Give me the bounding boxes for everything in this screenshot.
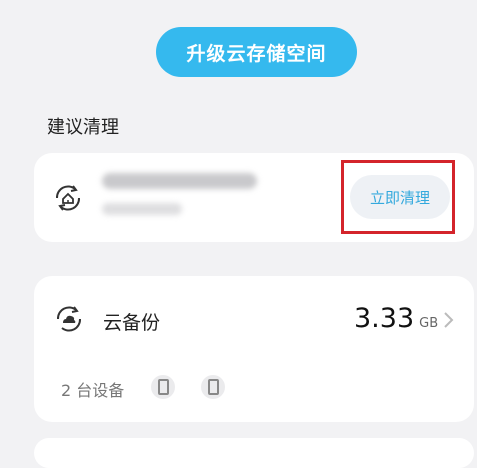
section-title-suggested-cleanup: 建议清理 — [47, 117, 119, 138]
cloud-backup-label: 云备份 — [103, 312, 161, 334]
cloud-backup-usage: 3.33 GB — [354, 303, 438, 334]
phone-icon — [201, 375, 225, 399]
phone-icon — [151, 375, 175, 399]
cleanup-home-icon — [55, 185, 81, 211]
highlight-annotation-box — [341, 160, 455, 234]
cleanup-item-title-blurred — [102, 173, 257, 189]
backup-devices-count: 2 台设备 — [61, 381, 125, 400]
cloud-backup-icon — [56, 306, 82, 332]
upgrade-cloud-storage-button[interactable]: 升级云存储空间 — [156, 27, 357, 77]
next-card-partial — [34, 438, 474, 468]
chevron-right-icon[interactable] — [441, 310, 455, 330]
backup-usage-unit: GB — [419, 316, 439, 331]
cleanup-item-size-blurred — [102, 203, 182, 215]
backup-usage-value: 3.33 — [354, 303, 415, 334]
